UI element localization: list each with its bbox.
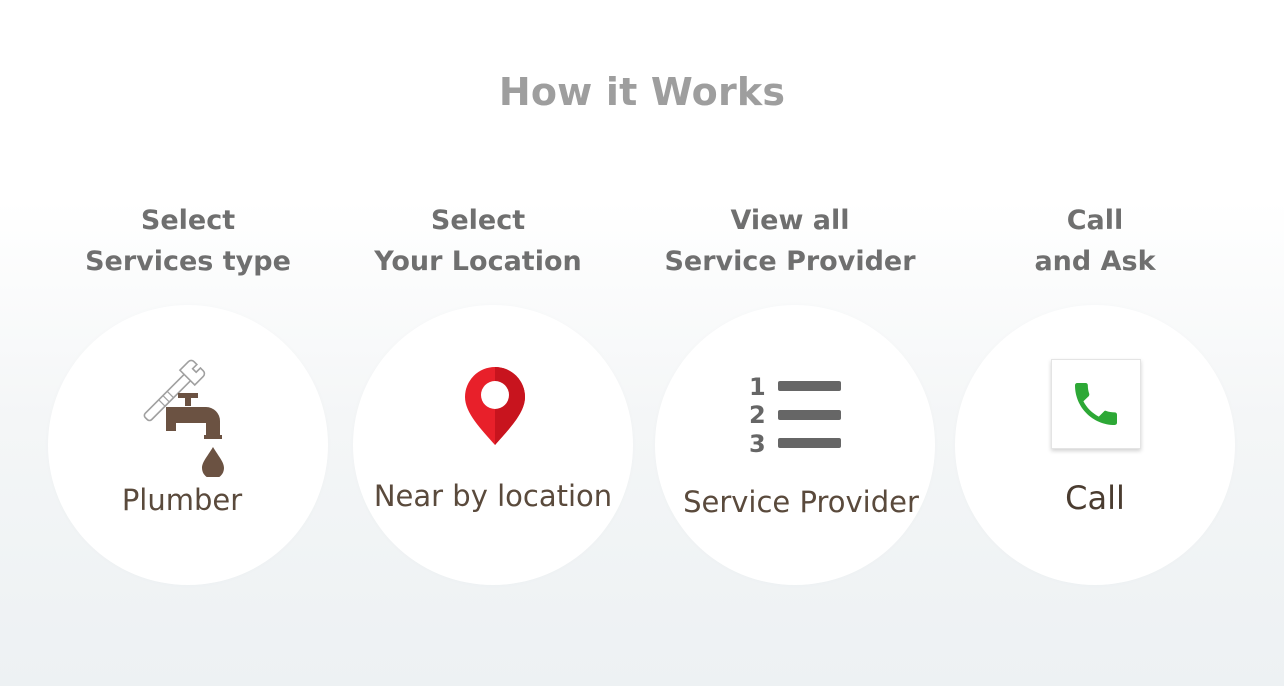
svg-text:1: 1 [749,373,766,401]
plumber-circle[interactable]: Plumber [48,305,328,585]
step-heading-line2: Services type [85,246,291,277]
location-circle[interactable]: Near by location [353,305,633,585]
step-heading-line1: Call [1066,205,1124,236]
svg-text:3: 3 [749,430,766,458]
step-call: Call and Ask Call [945,200,1245,585]
circle-label: Call [1065,479,1125,517]
step-heading: Select Services type [38,200,338,282]
call-circle[interactable]: Call [955,305,1235,585]
step-heading-line2: and Ask [1034,246,1156,277]
circle-label: Service Provider [683,485,919,519]
step-heading-line2: Service Provider [664,246,916,277]
step-heading-line1: Select [140,205,236,236]
svg-text:2: 2 [749,401,766,429]
step-heading: View all Service Provider [640,200,940,282]
circle-label: Near by location [373,479,613,513]
step-services-type: Select Services type Plumber [38,200,338,585]
step-service-provider: View all Service Provider 1 2 3 Service … [640,200,940,585]
phone-icon[interactable] [1051,359,1141,449]
step-heading-line1: View all [730,205,850,236]
step-heading-line1: Select [430,205,526,236]
plumber-tap-icon [130,357,230,481]
numbered-list-icon: 1 2 3 [747,373,847,463]
step-heading: Select Your Location [328,200,628,282]
section-title: How it Works [498,70,786,114]
service-provider-circle[interactable]: 1 2 3 Service Provider [655,305,935,585]
step-heading-line2: Your Location [374,246,582,277]
circle-label: Plumber [121,483,243,517]
step-heading: Call and Ask [945,200,1245,282]
step-location: Select Your Location Near by location [328,200,633,585]
location-pin-icon [463,365,527,451]
